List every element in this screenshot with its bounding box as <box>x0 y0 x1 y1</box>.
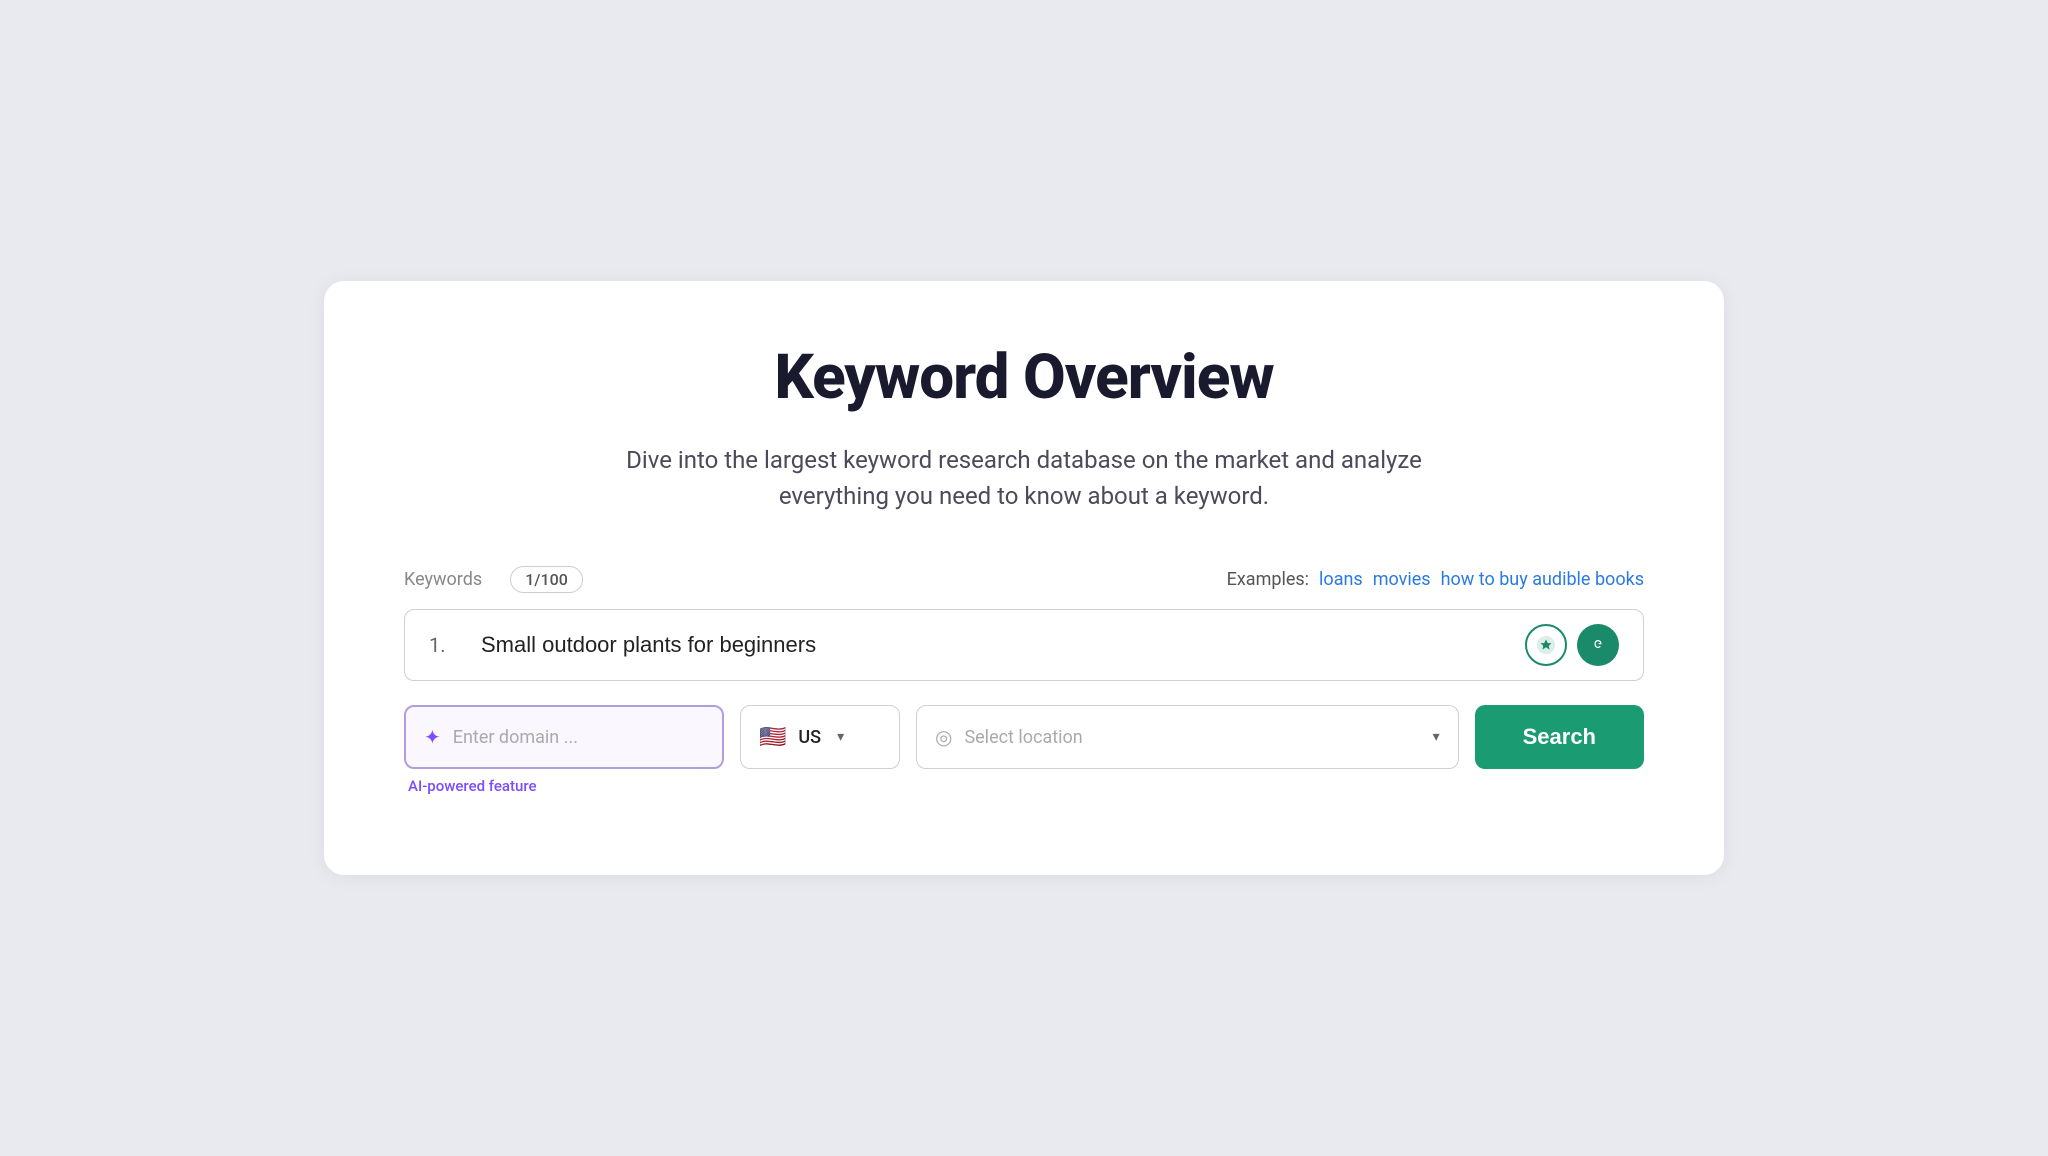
keywords-count-badge: 1/100 <box>510 566 583 593</box>
examples-label: Examples: <box>1227 569 1309 590</box>
sparkle-icon: ✦ <box>424 725 441 749</box>
keyword-icons <box>1525 624 1619 666</box>
example-link-movies[interactable]: movies <box>1373 569 1431 590</box>
keyword-text-input[interactable] <box>481 632 1525 658</box>
keyword-index: 1. <box>429 633 457 657</box>
controls-row: ✦ Enter domain ... AI-powered feature 🇺🇸… <box>404 705 1644 795</box>
example-link-audible[interactable]: how to buy audible books <box>1441 569 1644 590</box>
location-placeholder: Select location <box>964 727 1416 748</box>
location-select[interactable]: ◎ Select location ▾ <box>916 705 1459 769</box>
country-chevron-down-icon: ▾ <box>837 729 844 745</box>
keywords-row: Keywords 1/100 Examples: loans movies ho… <box>404 566 1644 593</box>
location-pin-icon: ◎ <box>935 725 952 749</box>
search-button[interactable]: Search <box>1475 705 1644 769</box>
country-select[interactable]: 🇺🇸 US ▾ <box>740 705 900 769</box>
location-chevron-down-icon: ▾ <box>1433 729 1440 745</box>
page-subtitle: Dive into the largest keyword research d… <box>614 442 1434 514</box>
keyword-input-row: 1. <box>404 609 1644 681</box>
domain-placeholder: Enter domain ... <box>453 727 578 748</box>
domain-input-box[interactable]: ✦ Enter domain ... <box>404 705 724 769</box>
examples-section: Examples: loans movies how to buy audibl… <box>1227 569 1644 590</box>
grammarly-icon-btn[interactable] <box>1577 624 1619 666</box>
example-link-loans[interactable]: loans <box>1319 569 1363 590</box>
ai-powered-label: AI-powered feature <box>404 777 724 795</box>
semrush-ai-icon-btn[interactable] <box>1525 624 1567 666</box>
page-title: Keyword Overview <box>404 341 1644 414</box>
keywords-label: Keywords <box>404 569 482 590</box>
country-label: US <box>798 727 821 748</box>
domain-input-wrapper: ✦ Enter domain ... AI-powered feature <box>404 705 724 795</box>
main-card: Keyword Overview Dive into the largest k… <box>324 281 1724 875</box>
us-flag-icon: 🇺🇸 <box>759 725 786 750</box>
